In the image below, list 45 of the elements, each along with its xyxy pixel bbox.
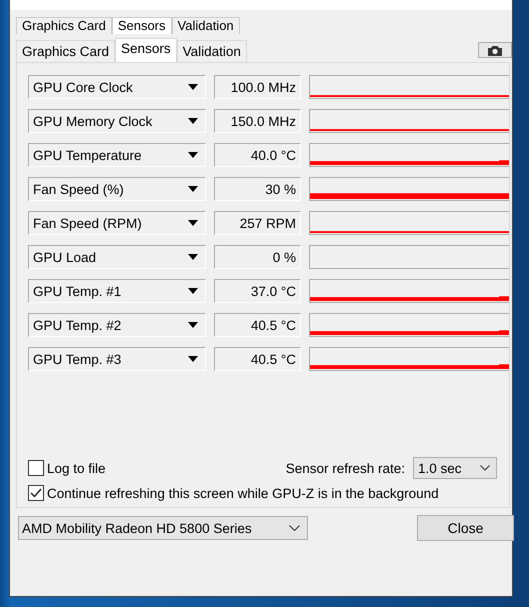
checkbox-label: Continue refreshing this screen while GPU-Z is in the background bbox=[47, 486, 439, 500]
tab[interactable]: Graphics Card bbox=[16, 17, 112, 34]
refresh-rate-label: Sensor refresh rate: bbox=[286, 460, 405, 476]
sensor-dropdown[interactable]: Fan Speed (%) bbox=[28, 177, 206, 201]
sensor-dropdown[interactable]: GPU Temperature bbox=[28, 143, 206, 167]
dropdown-arrow-icon bbox=[188, 220, 198, 226]
gpu-dropdown[interactable]: AMD Mobility Radeon HD 5800 Series bbox=[18, 516, 308, 540]
sensor-dropdown[interactable]: GPU Temp. #1 bbox=[28, 279, 206, 303]
close-button[interactable]: Close bbox=[417, 515, 514, 541]
chevron-down-icon bbox=[480, 465, 490, 471]
checkbox[interactable] bbox=[28, 485, 44, 501]
sensor-dropdown[interactable]: Fan Speed (RPM) bbox=[28, 211, 206, 235]
sensor-dropdown[interactable]: GPU Core Clock bbox=[28, 75, 206, 99]
sensor-value: 257 RPM bbox=[214, 211, 301, 235]
dropdown-arrow-icon bbox=[188, 322, 198, 328]
sensor-dropdown[interactable]: GPU Memory Clock bbox=[28, 109, 206, 133]
sensor-dropdown[interactable]: GPU Load bbox=[28, 245, 206, 269]
checkbox[interactable] bbox=[28, 460, 44, 476]
tab[interactable]: Validation bbox=[172, 17, 240, 34]
dropdown-arrow-icon bbox=[188, 356, 198, 362]
sensor-value: 40.5 °C bbox=[214, 347, 301, 371]
refresh-rate-dropdown[interactable]: 1.0 sec bbox=[413, 457, 497, 479]
sensor-value: 30 % bbox=[214, 177, 301, 201]
tab[interactable]: Validation bbox=[176, 40, 247, 62]
dropdown-arrow-icon bbox=[188, 288, 198, 294]
sensor-value: 40.0 °C bbox=[214, 143, 301, 167]
tab[interactable]: Sensors bbox=[115, 38, 177, 62]
sensor-value: 40.5 °C bbox=[214, 313, 301, 337]
chevron-down-icon bbox=[289, 525, 300, 531]
sensor-dropdown[interactable]: GPU Temp. #2 bbox=[28, 313, 206, 337]
tab[interactable]: Graphics Card bbox=[16, 40, 116, 62]
dropdown-arrow-icon bbox=[188, 84, 198, 90]
sensor-value: 150.0 MHz bbox=[214, 109, 301, 133]
sensor-value: 100.0 MHz bbox=[214, 75, 301, 99]
dropdown-arrow-icon bbox=[188, 254, 198, 260]
dropdown-arrow-icon bbox=[188, 186, 198, 192]
checkbox-label: Log to file bbox=[47, 460, 106, 476]
dropdown-arrow-icon bbox=[188, 152, 198, 158]
camera-icon bbox=[487, 44, 503, 56]
tab[interactable]: Sensors bbox=[112, 17, 172, 34]
sensor-value: 0 % bbox=[214, 245, 301, 269]
dropdown-arrow-icon bbox=[188, 118, 198, 124]
sensor-dropdown[interactable]: GPU Temp. #3 bbox=[28, 347, 206, 371]
screenshot-button[interactable] bbox=[478, 42, 512, 58]
sensor-value: 37.0 °C bbox=[214, 279, 301, 303]
